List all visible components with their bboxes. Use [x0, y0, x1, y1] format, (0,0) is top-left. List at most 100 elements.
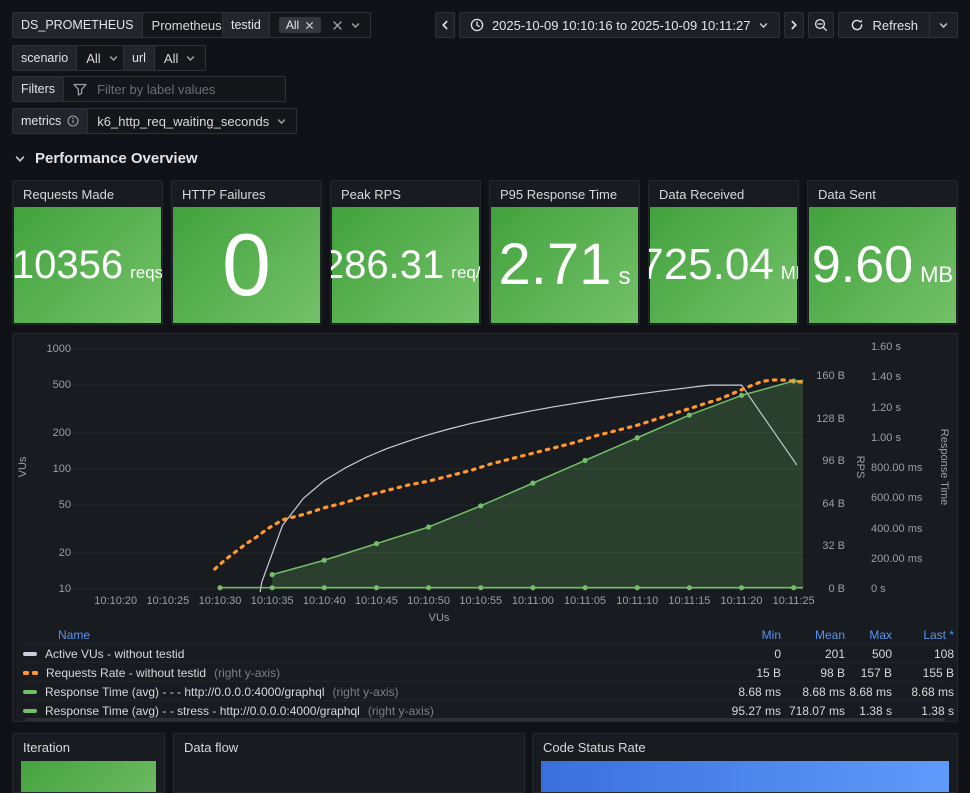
chevron-down-icon [350, 20, 361, 31]
stat-panel-http-failures: HTTP Failures 0 [171, 180, 322, 325]
metrics-picker[interactable]: metrics k6_http_req_waiting_seconds [12, 108, 298, 134]
time-range-picker[interactable]: 2025-10-09 10:10:16 to 2025-10-09 10:11:… [458, 12, 781, 38]
url-value[interactable]: All [155, 46, 205, 70]
x-axis-tick: 10:11:25 [772, 595, 815, 607]
panel-title[interactable]: Data Sent [808, 181, 957, 207]
panel-data-flow: Data flow [173, 733, 525, 793]
legend-stat-value: 0 [774, 646, 781, 661]
series-swatch [23, 689, 37, 694]
adhoc-filters[interactable]: Filters [12, 76, 286, 102]
stat-value: 725.04 [648, 240, 774, 289]
legend-series-name[interactable]: Response Time (avg) - - - http://0.0.0.0… [23, 685, 399, 699]
refresh-button-group: Refresh [838, 12, 958, 38]
stat-unit: MB [920, 262, 954, 287]
filters-input-wrap[interactable] [64, 77, 285, 101]
x-axis-tick: 10:11:10 [616, 595, 659, 607]
legend-header-max[interactable]: Max [822, 628, 892, 642]
legend-header-name[interactable]: Name [58, 628, 90, 642]
y-axis-tick-vus: 200 [52, 426, 71, 439]
testid-selected-pill[interactable]: All [278, 17, 322, 33]
time-shift-forward-button[interactable] [784, 12, 805, 38]
x-axis-tick: 10:10:35 [250, 595, 294, 607]
url-value-text: All [163, 50, 179, 66]
legend-row: Requests Rate - without testid (right y-a… [23, 663, 954, 682]
chevron-down-icon [276, 116, 287, 127]
legend-stat-value: 8.68 ms [849, 684, 892, 699]
panel-title[interactable]: Code Status Rate [533, 734, 957, 760]
x-axis-tick: 10:10:25 [146, 595, 190, 607]
remove-value-icon[interactable] [305, 21, 314, 30]
section-title: Performance Overview [35, 150, 198, 167]
x-axis-tick: 10:11:20 [720, 595, 763, 607]
stat-value: 9.60 [811, 236, 914, 294]
refresh-button[interactable]: Refresh [839, 13, 929, 37]
panel-title[interactable]: Data Received [649, 181, 798, 207]
panel-title[interactable]: P95 Response Time [490, 181, 639, 207]
x-axis-tick: 10:10:30 [198, 595, 242, 607]
url-filter[interactable]: url All [123, 45, 207, 71]
stat-value-area: 0 [173, 207, 320, 323]
refresh-interval-dropdown[interactable] [930, 13, 957, 37]
panel-title[interactable]: Peak RPS [331, 181, 480, 207]
time-shift-back-button[interactable] [434, 12, 455, 38]
y-axis-tick-response-time: 600.00 ms [871, 492, 923, 505]
scenario-filter[interactable]: scenario All [12, 45, 129, 71]
panel-title[interactable]: HTTP Failures [172, 181, 321, 207]
panel-title[interactable]: Iteration [13, 734, 164, 760]
datasource-picker[interactable]: DS_PROMETHEUS Prometheus [12, 12, 250, 38]
stat-panel-peak-rps: Peak RPS 286.31 req/s [330, 180, 481, 325]
zoom-out-time-button[interactable] [808, 12, 835, 38]
stat-value-area: 10356 reqs [13, 207, 163, 323]
legend-stat-value: 8.68 ms [911, 684, 954, 699]
filter-input[interactable] [95, 80, 275, 98]
row-performance-overview[interactable]: Performance Overview [14, 150, 198, 167]
scenario-value-text: All [86, 50, 101, 66]
legend-stat-value: 108 [933, 646, 954, 661]
legend-series-name[interactable]: Active VUs - without testid [23, 647, 184, 661]
testid-value[interactable]: All [270, 13, 370, 37]
refresh-label: Refresh [872, 17, 918, 33]
stat-value-area: 2.71 s [491, 207, 638, 323]
legend-name-text: Response Time (avg) - - - http://0.0.0.0… [45, 684, 325, 699]
scenario-value[interactable]: All [77, 46, 127, 70]
legend-name-text: Response Time (avg) - - stress - http://… [45, 703, 360, 718]
legend-header-last[interactable]: Last * [884, 628, 954, 642]
chevron-down-icon [758, 20, 769, 31]
legend-scrollbar[interactable] [25, 718, 945, 721]
stat-value-area: 9.60 MB [809, 207, 956, 323]
clock-icon [470, 18, 484, 32]
y-axis-tick-response-time: 1.20 s [871, 401, 901, 414]
y-axis-label-rps: RPS [854, 455, 866, 479]
legend-stat-value: 95.27 ms [731, 703, 781, 718]
clear-all-icon[interactable] [332, 20, 343, 31]
chevron-down-icon [185, 53, 196, 64]
metrics-value[interactable]: k6_http_req_waiting_seconds [88, 109, 296, 133]
panel-bar [541, 761, 949, 792]
legend-axis-note: (right y-axis) [214, 665, 281, 680]
legend-series-name[interactable]: Requests Rate - without testid (right y-a… [23, 666, 280, 680]
magnifier-minus-icon [814, 18, 828, 32]
stat-value-area: 725.04 MB [648, 207, 798, 323]
stat-unit: req/s [451, 263, 481, 282]
stat-unit: MB [780, 263, 798, 283]
legend-axis-note: (right y-axis) [367, 703, 434, 718]
y-axis-tick-vus: 20 [58, 546, 71, 559]
time-controls: 2025-10-09 10:10:16 to 2025-10-09 10:11:… [434, 12, 958, 38]
angle-right-icon [789, 19, 799, 31]
stat-unit: reqs [130, 263, 163, 282]
y-axis-tick-vus: 10 [58, 583, 71, 595]
testid-filter[interactable]: testid All [222, 12, 372, 38]
legend-axis-note: (right y-axis) [332, 684, 399, 699]
panel-title[interactable]: Requests Made [13, 181, 162, 207]
y-axis-tick-response-time: 800.00 ms [871, 462, 923, 474]
y-axis-tick-rps: 128 B [816, 412, 845, 425]
legend-header-min[interactable]: Min [711, 628, 781, 642]
stat-value: 0 [222, 215, 271, 314]
panel-title[interactable]: Data flow [174, 734, 524, 760]
legend-series-name[interactable]: Response Time (avg) - - stress - http://… [23, 704, 434, 718]
y-axis-tick-rps: 160 B [816, 370, 845, 382]
y-axis-label-vus: VUs [17, 456, 29, 478]
filters-label: Filters [13, 77, 65, 101]
testid-label: testid [223, 13, 270, 37]
chevron-down-icon [108, 53, 119, 64]
